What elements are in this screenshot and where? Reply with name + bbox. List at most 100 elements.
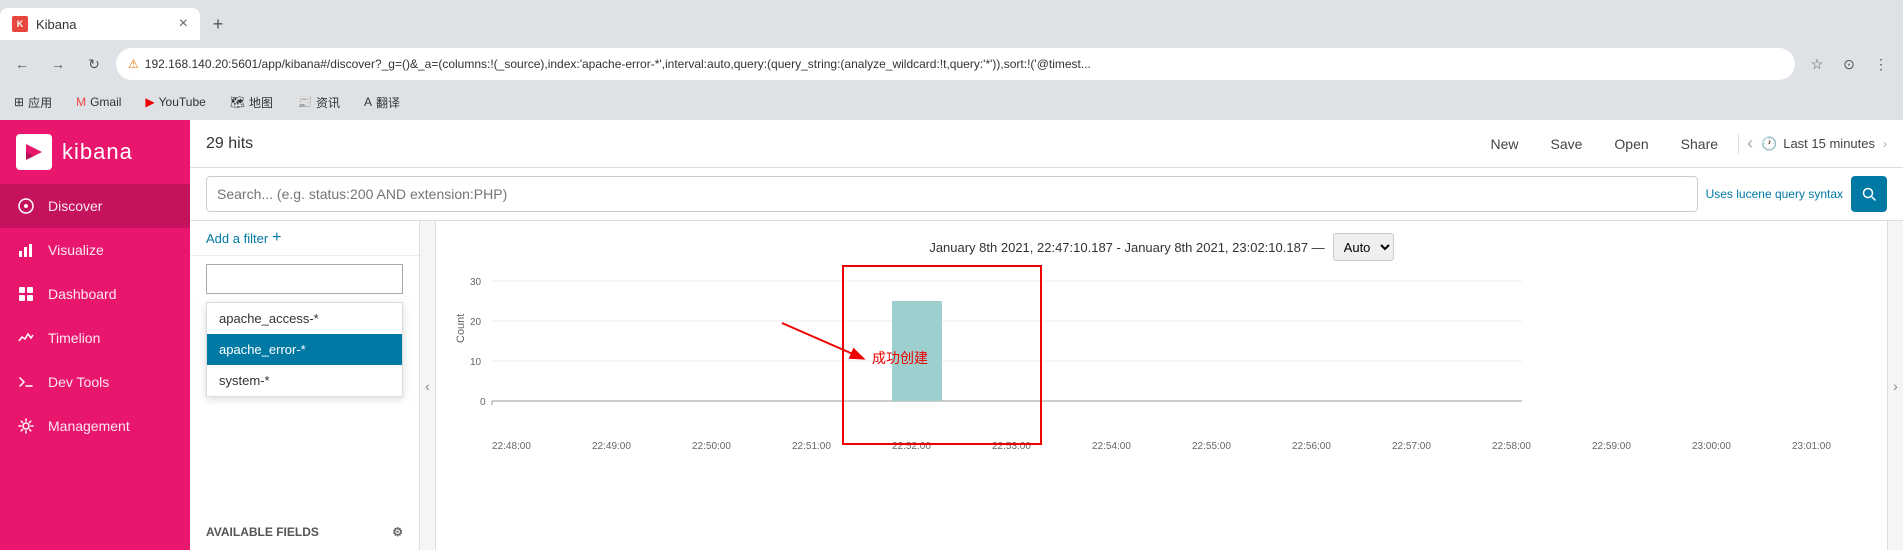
chart-header: January 8th 2021, 22:47:10.187 - January… bbox=[452, 233, 1871, 261]
youtube-icon: ▶ bbox=[145, 95, 154, 109]
address-bar-row: ← → ↻ ⚠ 192.168.140.20:5601/app/kibana#/… bbox=[0, 40, 1903, 88]
annotation-text: 成功创建 bbox=[872, 348, 928, 368]
x-label-1: 22:49:00 bbox=[592, 441, 631, 452]
svg-text:10: 10 bbox=[470, 357, 482, 368]
sidebar-item-dashboard[interactable]: Dashboard bbox=[0, 272, 190, 316]
svg-text:0: 0 bbox=[480, 397, 486, 408]
right-panel-collapse-handle[interactable]: › bbox=[1887, 221, 1903, 550]
sidebar-item-discover[interactable]: Discover bbox=[0, 184, 190, 228]
bookmark-maps[interactable]: 🗺 地图 bbox=[224, 92, 279, 113]
bookmark-gmail[interactable]: M Gmail bbox=[70, 93, 127, 111]
address-field[interactable]: ⚠ 192.168.140.20:5601/app/kibana#/discov… bbox=[116, 48, 1795, 80]
fields-settings-icon[interactable]: ⚙ bbox=[392, 525, 403, 539]
search-go-button[interactable] bbox=[1851, 176, 1887, 212]
browser-chrome: K Kibana × + ← → ↻ ⚠ 192.168.140.20:5601… bbox=[0, 0, 1903, 120]
forward-button[interactable]: → bbox=[44, 50, 72, 78]
timelion-icon bbox=[16, 328, 36, 348]
chevron-left-icon[interactable]: ‹ bbox=[1747, 133, 1753, 154]
sidebar-item-management[interactable]: Management bbox=[0, 404, 190, 448]
kibana-logo-icon bbox=[16, 134, 52, 170]
sidebar-item-timelion[interactable]: Timelion bbox=[0, 316, 190, 360]
x-label-8: 22:56:00 bbox=[1292, 441, 1331, 452]
new-button[interactable]: New bbox=[1478, 130, 1530, 158]
tab-favicon: K bbox=[12, 16, 28, 32]
sidebar-item-visualize-label: Visualize bbox=[48, 242, 104, 258]
security-icon: ⚠ bbox=[128, 57, 139, 71]
index-search-box[interactable] bbox=[206, 264, 403, 294]
sidebar-item-discover-label: Discover bbox=[48, 198, 102, 214]
reload-button[interactable]: ↻ bbox=[80, 50, 108, 78]
sidebar-item-visualize[interactable]: Visualize bbox=[0, 228, 190, 272]
tab-close-button[interactable]: × bbox=[179, 16, 188, 32]
annotation-group: 成功创建 bbox=[772, 313, 928, 373]
x-label-0: 22:48:00 bbox=[492, 441, 531, 452]
devtools-icon bbox=[16, 372, 36, 392]
x-label-5: 22:53:00 bbox=[992, 441, 1031, 452]
bookmark-youtube[interactable]: ▶ YouTube bbox=[139, 93, 211, 111]
search-input[interactable] bbox=[217, 186, 1687, 202]
left-panel-collapse-handle[interactable]: ‹ bbox=[420, 221, 436, 550]
index-item-error[interactable]: apache_error-* bbox=[207, 334, 402, 365]
bookmark-apps-label: 应用 bbox=[28, 94, 52, 111]
chart-date-range: January 8th 2021, 22:47:10.187 - January… bbox=[929, 240, 1324, 255]
save-button[interactable]: Save bbox=[1539, 130, 1595, 158]
x-label-2: 22:50:00 bbox=[692, 441, 731, 452]
index-dropdown: apache_access-* apache_error-* system-* bbox=[190, 264, 419, 397]
star-button[interactable]: ☆ bbox=[1803, 50, 1831, 78]
index-dropdown-list: apache_access-* apache_error-* system-* bbox=[206, 302, 403, 397]
x-label-11: 22:59:00 bbox=[1592, 441, 1631, 452]
sidebar: kibana Discover bbox=[0, 120, 190, 550]
hits-count: 29 hits bbox=[206, 135, 1470, 153]
menu-button[interactable]: ⋮ bbox=[1867, 50, 1895, 78]
share-button[interactable]: Share bbox=[1669, 130, 1730, 158]
tab-title: Kibana bbox=[36, 17, 171, 32]
sidebar-item-management-label: Management bbox=[48, 418, 130, 434]
x-axis-labels: 22:48:00 22:49:00 22:50:00 22:51:00 22:5… bbox=[452, 439, 1871, 452]
bookmark-apps[interactable]: ⊞ 应用 bbox=[8, 92, 58, 113]
time-range-picker[interactable]: 🕐 Last 15 minutes bbox=[1761, 136, 1875, 152]
back-button[interactable]: ← bbox=[8, 50, 36, 78]
search-input-wrap[interactable] bbox=[206, 176, 1698, 212]
svg-text:30: 30 bbox=[470, 277, 482, 288]
x-label-12: 23:00:00 bbox=[1692, 441, 1731, 452]
new-tab-button[interactable]: + bbox=[204, 10, 232, 38]
sidebar-item-devtools[interactable]: Dev Tools bbox=[0, 360, 190, 404]
sidebar-item-timelion-label: Timelion bbox=[48, 330, 100, 346]
lucene-syntax-link[interactable]: Uses lucene query syntax bbox=[1706, 187, 1843, 201]
app: kibana Discover bbox=[0, 120, 1903, 550]
bookmark-news-label: 资讯 bbox=[316, 94, 340, 111]
open-button[interactable]: Open bbox=[1602, 130, 1660, 158]
add-filter-label: Add a filter bbox=[206, 231, 268, 246]
clock-icon: 🕐 bbox=[1761, 136, 1777, 152]
index-item-system[interactable]: system-* bbox=[207, 365, 402, 396]
index-search-input[interactable] bbox=[215, 272, 394, 287]
bookmark-youtube-label: YouTube bbox=[159, 95, 206, 109]
management-icon bbox=[16, 416, 36, 436]
available-fields-header: Available Fields ⚙ bbox=[206, 525, 403, 539]
available-fields-section: Available Fields ⚙ 🕐 @timestamp t @versi… bbox=[190, 517, 419, 550]
bookmark-translate[interactable]: A 翻译 bbox=[358, 92, 406, 113]
time-range-label: Last 15 minutes bbox=[1783, 136, 1875, 151]
bookmarks-bar: ⊞ 应用 M Gmail ▶ YouTube 🗺 地图 📰 资讯 A 翻译 bbox=[0, 88, 1903, 120]
x-label-4: 22:52:00 bbox=[892, 441, 931, 452]
main-content: 29 hits New Save Open Share ‹ 🕐 Last 15 … bbox=[190, 120, 1903, 550]
gmail-icon: M bbox=[76, 95, 86, 109]
account-button[interactable]: ⊙ bbox=[1835, 50, 1863, 78]
sidebar-item-devtools-label: Dev Tools bbox=[48, 374, 109, 390]
histogram-container: 30 20 10 0 Count bbox=[452, 273, 1871, 452]
toolbar: 29 hits New Save Open Share ‹ 🕐 Last 15 … bbox=[190, 120, 1903, 168]
chevron-right-icon[interactable]: › bbox=[1883, 137, 1887, 151]
news-icon: 📰 bbox=[297, 95, 312, 109]
sidebar-logo-text: kibana bbox=[62, 139, 133, 165]
search-bar: Uses lucene query syntax bbox=[190, 168, 1903, 221]
index-item-access[interactable]: apache_access-* bbox=[207, 303, 402, 334]
bookmark-news[interactable]: 📰 资讯 bbox=[291, 92, 346, 113]
apps-icon: ⊞ bbox=[14, 95, 24, 109]
interval-select[interactable]: Auto bbox=[1333, 233, 1394, 261]
dashboard-icon bbox=[16, 284, 36, 304]
active-tab[interactable]: K Kibana × bbox=[0, 8, 200, 40]
add-filter-plus-icon[interactable]: + bbox=[272, 229, 281, 247]
maps-icon: 🗺 bbox=[230, 95, 245, 109]
add-filter-bar[interactable]: Add a filter + bbox=[190, 221, 419, 256]
x-label-6: 22:54:00 bbox=[1092, 441, 1131, 452]
